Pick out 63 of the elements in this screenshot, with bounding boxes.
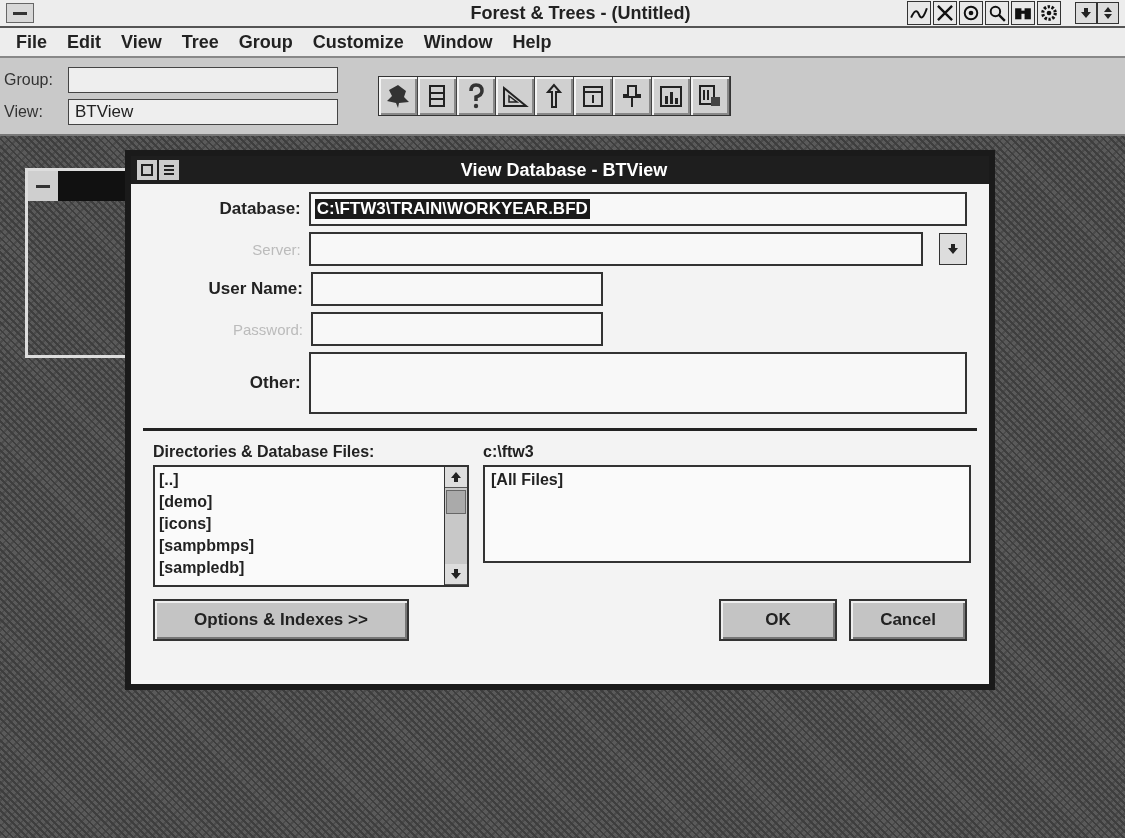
list-heading: Directories & Database Files: [153,443,376,462]
cancel-button[interactable]: Cancel [849,599,967,641]
list-item[interactable]: [..] [159,469,440,491]
menu-item[interactable]: Customize [302,31,414,53]
menu-item[interactable]: Group [228,31,303,53]
up-down-arrows-icon [1104,7,1112,19]
toolbar-button[interactable] [418,77,457,115]
list-item[interactable]: [demo] [159,491,440,513]
group-field[interactable] [68,67,338,93]
restore-button[interactable] [137,160,157,180]
menu-item[interactable]: View [111,31,172,53]
menu-item[interactable]: File [6,31,57,53]
input-field[interactable] [311,312,603,346]
restore-button[interactable] [1097,2,1119,24]
options-button[interactable]: Options & Indexes >> [153,599,409,641]
input-field[interactable] [311,272,603,306]
menu-item[interactable]: Tree [171,31,229,53]
arrow-up-icon [451,472,461,482]
dropdown-button[interactable] [939,233,967,265]
path-label: c:\ftw3 [483,443,535,462]
arrow-down-icon [451,569,461,579]
list-item[interactable]: [icons] [159,513,440,535]
field-label: Server: [251,240,302,258]
field-label: User Name: [207,279,304,299]
menu-item[interactable]: Help [502,31,562,53]
window-title: Forest & Trees - (Untitled) [469,2,692,24]
menu-item[interactable]: Window [413,31,503,53]
input-field[interactable]: C:\FTW3\TRAIN\WORKYEAR.BFD [308,192,967,226]
field-label: Password: [231,320,304,338]
input-field[interactable] [308,232,924,266]
scrollbar[interactable] [444,467,467,585]
toolbar-button[interactable] [379,77,418,115]
field-label: Database: [218,199,302,219]
system-menu-button[interactable] [6,3,34,23]
field-label: Other: [248,373,302,393]
minimize-button[interactable] [1075,2,1097,24]
dialog-title: View Database - BTView [459,159,669,181]
toolbar-button[interactable] [535,77,574,115]
toolbar-button[interactable] [574,77,613,115]
toolbar-button[interactable] [613,77,652,115]
input-field[interactable] [308,352,967,414]
view-field[interactable]: BTView [68,99,338,125]
system-menu-button[interactable] [28,171,58,201]
toolbar-button[interactable] [457,77,496,115]
menu-button[interactable] [159,160,179,180]
lines-icon [163,165,175,175]
menu-item[interactable]: Edit [57,31,111,53]
arrow-down-icon [1081,8,1091,18]
selected-text: C:\FTW3\TRAIN\WORKYEAR.BFD [314,199,590,219]
ok-button[interactable]: OK [719,599,837,641]
toolbar-button[interactable] [496,77,535,115]
file-list[interactable]: [All Files] [483,465,971,563]
directory-list[interactable]: [..] [demo] [icons] [sampbmps] [sampledb] [153,465,469,587]
list-item[interactable]: [All Files] [491,469,963,491]
group-label: Group: [4,71,54,89]
toolbar-button[interactable] [652,77,691,115]
list-item[interactable]: [sampledb] [159,557,440,579]
square-icon [141,164,153,176]
arrow-down-icon [948,244,959,254]
toolbar-button[interactable] [691,77,730,115]
scrollbar-thumb[interactable] [446,490,466,514]
list-item[interactable]: [sampbmps] [159,535,440,557]
view-label: View: [4,103,44,121]
